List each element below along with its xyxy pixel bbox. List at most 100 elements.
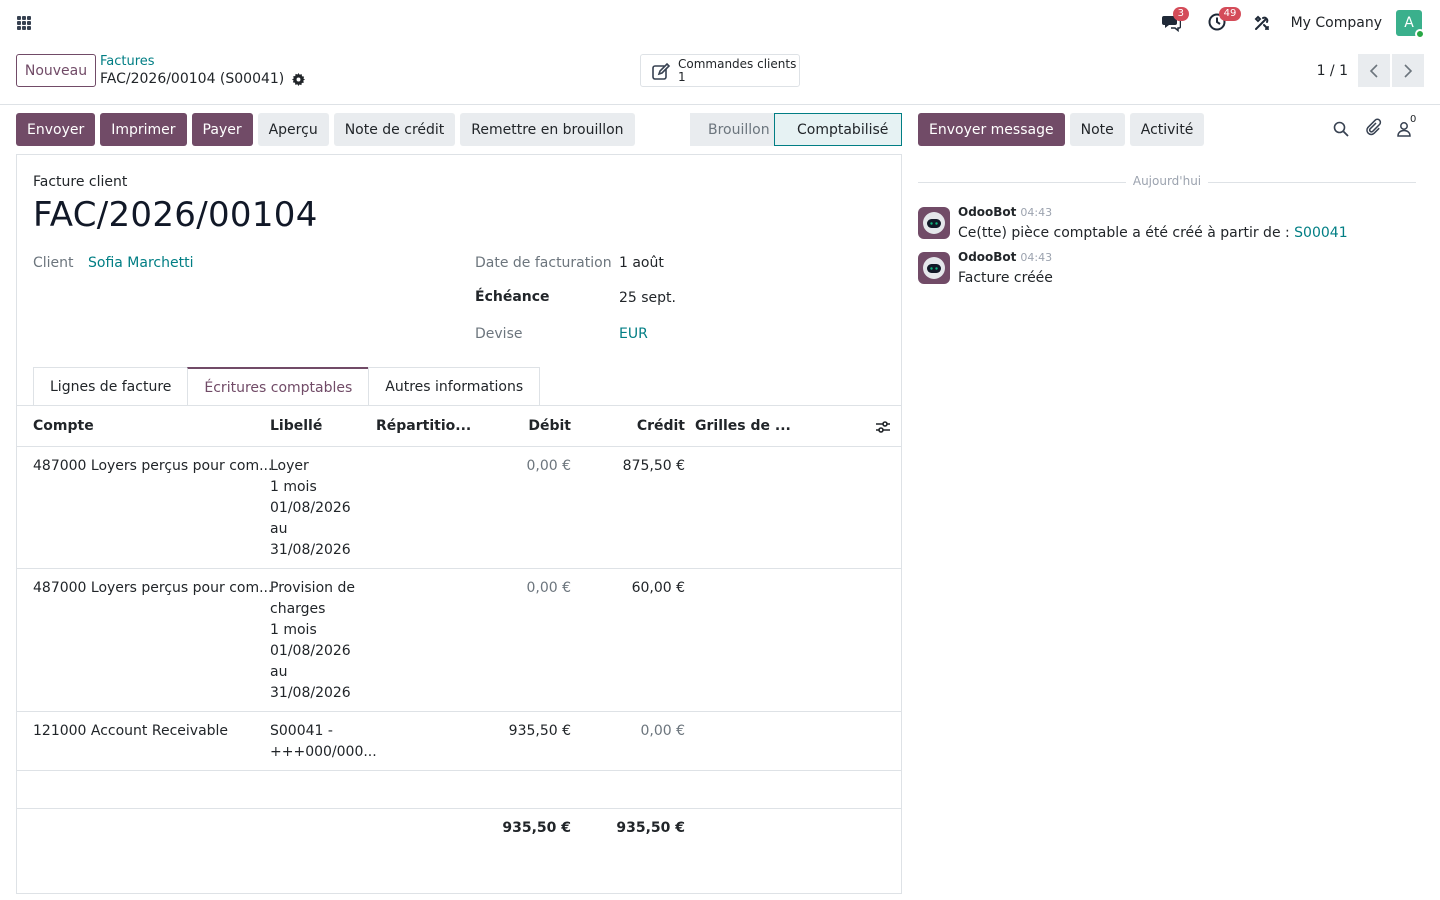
message-author: OdooBot 04:43 [958, 250, 1052, 264]
row-label-line: +++000/000... [270, 744, 377, 760]
message-time: 04:43 [1020, 251, 1053, 264]
column-distribution[interactable]: Répartitio... [376, 418, 471, 434]
row-account: 121000 Account Receivable [33, 723, 229, 739]
row-label-line: S00041 - [270, 723, 333, 739]
row-label-line: au [270, 664, 288, 680]
followers-user-icon[interactable]: 0 [1396, 114, 1416, 138]
send-button[interactable]: Envoyer [16, 113, 96, 146]
column-account[interactable]: Compte [33, 418, 94, 434]
row-label-line: 01/08/2026 [270, 500, 351, 516]
table-row[interactable]: 487000 Loyers perçus pour com... Loyer 1… [17, 447, 901, 569]
print-button[interactable]: Imprimer [100, 113, 187, 146]
status-posted[interactable]: Comptabilisé [774, 113, 902, 146]
message-time: 04:43 [1020, 206, 1053, 219]
row-label-line: Provision de [270, 580, 355, 596]
column-tax-grids[interactable]: Grilles de ... [695, 418, 791, 434]
pager-previous-button[interactable] [1358, 54, 1390, 87]
row-label-line: charges [270, 601, 326, 617]
row-label: Loyer 1 mois 01/08/2026 au 31/08/2026 [270, 456, 351, 561]
message-author-name[interactable]: OdooBot [958, 250, 1016, 264]
paperclip-icon[interactable] [1364, 118, 1384, 138]
chatter-topbar: Envoyer message Note Activité [918, 113, 1209, 146]
column-debit[interactable]: Débit [491, 418, 571, 434]
gear-icon[interactable] [292, 72, 306, 86]
discuss-badge: 3 [1172, 7, 1189, 21]
search-icon[interactable] [1332, 118, 1352, 138]
online-status-dot [1415, 29, 1425, 39]
date-separator-label: Aujourd'hui [1132, 174, 1202, 188]
notebook-tabs: Lignes de facture Écritures comptables A… [33, 367, 541, 406]
message-text: Ce(tte) pièce comptable a été créé à par… [958, 225, 1295, 241]
odoobot-avatar[interactable] [918, 252, 950, 284]
client-field[interactable]: Sofia Marchetti [88, 255, 193, 271]
date-separator: Aujourd'hui [918, 174, 1416, 190]
control-panel: Nouveau Factures FAC/2026/00104 (S00041)… [0, 46, 1440, 105]
schedule-activity-button[interactable]: Activité [1129, 113, 1205, 146]
tab-other-info[interactable]: Autres informations [368, 367, 541, 406]
row-label-line: 1 mois [270, 479, 317, 495]
column-label[interactable]: Libellé [270, 418, 322, 434]
chatter-icons: 0 [1320, 114, 1416, 138]
document-type: Facture client [33, 174, 128, 190]
row-account: 487000 Loyers perçus pour com... [33, 458, 273, 474]
pager-next-button[interactable] [1392, 54, 1424, 87]
row-credit: 60,00 € [631, 580, 685, 596]
row-label: Provision de charges 1 mois 01/08/2026 a… [270, 578, 355, 704]
pager-value[interactable]: 1 / 1 [1317, 63, 1348, 79]
edit-icon [651, 62, 671, 82]
chevron-right-icon [1404, 63, 1413, 78]
client-label: Client [33, 255, 74, 271]
table-row[interactable]: 487000 Loyers perçus pour com... Provisi… [17, 569, 901, 712]
credit-note-button[interactable]: Note de crédit [333, 113, 456, 146]
row-debit: 0,00 € [526, 458, 571, 474]
activity-clock-icon[interactable]: 49 [1207, 7, 1242, 34]
tab-journal-items[interactable]: Écritures comptables [187, 367, 370, 406]
odoobot-avatar[interactable] [918, 207, 950, 239]
sale-orders-smart-button[interactable]: Commandes clients 1 [640, 54, 800, 87]
row-debit: 935,50 € [508, 723, 571, 739]
chatter-message: OdooBot 04:43 Facture créée [918, 250, 1416, 290]
table-row[interactable]: 121000 Account Receivable S00041 - +++00… [17, 712, 901, 771]
due-date-label: Échéance [475, 289, 550, 305]
optional-columns-icon[interactable] [875, 419, 891, 435]
breadcrumb-parent[interactable]: Factures [100, 54, 155, 69]
user-avatar[interactable]: A [1396, 10, 1425, 39]
row-account: 487000 Loyers perçus pour com... [33, 580, 273, 596]
preview-button[interactable]: Aperçu [257, 113, 329, 146]
invoice-date-field[interactable]: 1 août [619, 255, 664, 271]
company-switcher[interactable]: My Company [1291, 15, 1382, 31]
pay-button[interactable]: Payer [191, 113, 253, 146]
chatter-message: OdooBot 04:43 Ce(tte) pièce comptable a é… [918, 205, 1416, 245]
smart-button-label: Commandes clients [678, 57, 797, 71]
row-debit: 0,00 € [526, 580, 571, 596]
table-footer-totals: 935,50 € 935,50 € [17, 809, 901, 849]
reset-to-draft-button[interactable]: Remettre en brouillon [460, 113, 635, 146]
row-label-line: 31/08/2026 [270, 685, 351, 701]
currency-field[interactable]: EUR [619, 326, 648, 342]
log-note-button[interactable]: Note [1069, 113, 1125, 146]
row-label-line: Loyer [270, 458, 309, 474]
row-label-line: 1 mois [270, 622, 317, 638]
message-author-name[interactable]: OdooBot [958, 205, 1016, 219]
message-body: Ce(tte) pièce comptable a été créé à par… [958, 225, 1348, 241]
currency-label: Devise [475, 326, 523, 342]
new-button[interactable]: Nouveau [16, 54, 96, 87]
debug-tools-icon[interactable] [1253, 12, 1275, 34]
breadcrumb-current-label: FAC/2026/00104 (S00041) [100, 71, 285, 87]
row-label-line: 01/08/2026 [270, 643, 351, 659]
apps-menu-icon[interactable] [17, 16, 31, 30]
activity-badge: 49 [1218, 7, 1242, 21]
message-link-sale-order[interactable]: S00041 [1294, 225, 1347, 241]
discuss-icon[interactable]: 3 [1161, 7, 1189, 34]
breadcrumb-current: FAC/2026/00104 (S00041) [100, 71, 306, 87]
due-date-field[interactable]: 25 sept. [619, 290, 676, 306]
pager: 1 / 1 [1317, 54, 1424, 87]
row-label-line: au [270, 521, 288, 537]
total-credit: 935,50 € [616, 820, 685, 836]
send-message-button[interactable]: Envoyer message [918, 113, 1065, 146]
empty-table-row [17, 771, 901, 809]
tab-invoice-lines[interactable]: Lignes de facture [33, 367, 189, 406]
status-draft[interactable]: Brouillon [690, 113, 774, 146]
column-credit[interactable]: Crédit [605, 418, 685, 434]
avatar-letter: A [1404, 15, 1414, 31]
